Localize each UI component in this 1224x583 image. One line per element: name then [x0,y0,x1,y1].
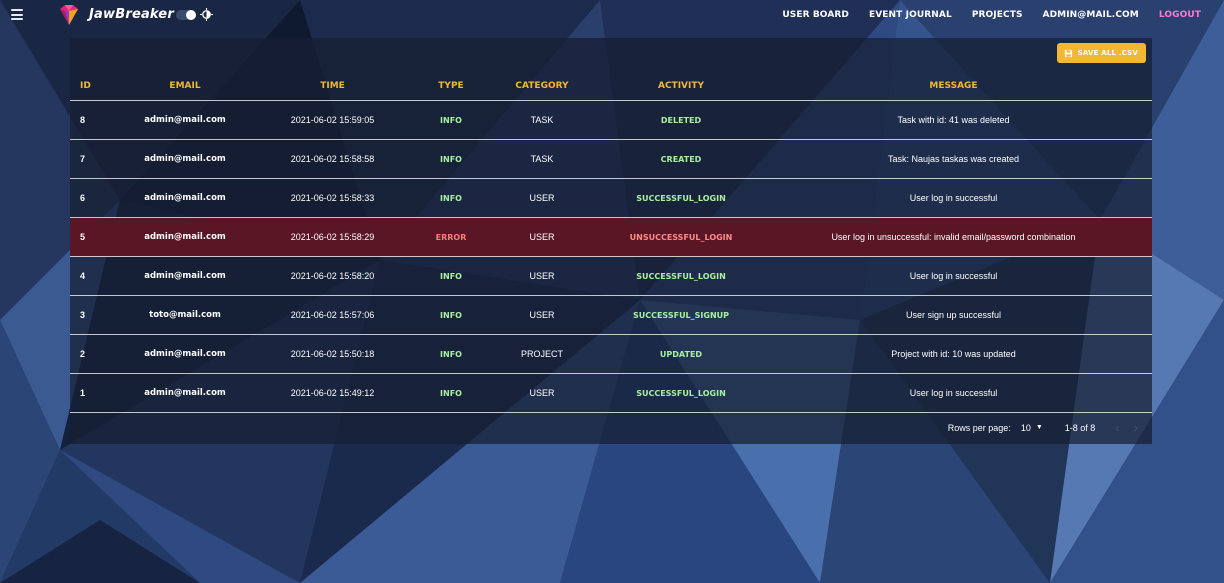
cell-id: 6 [70,178,130,218]
chevron-left-icon[interactable]: ‹ [1115,420,1119,435]
cell-category: PROJECT [477,334,607,374]
cell-category: TASK [477,139,607,179]
nav-event-journal[interactable]: EVENT JOURNAL [869,10,952,20]
table-row[interactable]: 3 toto@mail.com 2021-06-02 15:57:06 INFO… [70,295,1152,335]
toggle-knob [186,10,196,20]
cell-message: Task: Naujas taskas was created [755,139,1152,179]
top-navbar: JawBreaker USER BOARD EVENT JOURNAL PROJ… [0,0,1224,30]
cell-message: User log in successful [755,178,1152,218]
page-range: 1-8 of 8 [1064,422,1096,433]
cell-category: USER [477,178,607,218]
cell-activity: SUCCESSFUL_SIGNUP [607,295,755,335]
cell-time: 2021-06-02 15:58:20 [240,256,425,296]
cell-email: admin@mail.com [130,139,240,179]
cell-type: INFO [425,100,477,140]
cell-message: User log in unsuccessful: invalid email/… [755,217,1152,257]
cell-id: 4 [70,256,130,296]
nav-projects[interactable]: PROJECTS [972,10,1023,20]
table-row[interactable]: 2 admin@mail.com 2021-06-02 15:50:18 INF… [70,334,1152,374]
cell-id: 2 [70,334,130,374]
table-row-error[interactable]: 5 admin@mail.com 2021-06-02 15:58:29 ERR… [70,217,1152,257]
cell-time: 2021-06-02 15:49:12 [240,373,425,413]
nav-logout[interactable]: LOGOUT [1159,10,1201,20]
event-table: ID EMAIL TIME TYPE CATEGORY ACTIVITY MES… [70,72,1152,413]
cell-activity: UPDATED [607,334,755,374]
cell-time: 2021-06-02 15:50:18 [240,334,425,374]
table-row[interactable]: 8 admin@mail.com 2021-06-02 15:59:05 INF… [70,100,1152,140]
cell-time: 2021-06-02 15:58:33 [240,178,425,218]
cell-type: INFO [425,295,477,335]
save-csv-button[interactable]: SAVE ALL .CSV [1056,43,1146,63]
pagination-bar: Rows per page: 10 ▼ 1-8 of 8 ‹ › [70,411,1152,444]
col-header-id[interactable]: ID [70,72,130,101]
cell-category: TASK [477,100,607,140]
cell-activity: SUCCESSFUL_LOGIN [607,256,755,296]
event-journal-card: SAVE ALL .CSV ID EMAIL TIME TYPE CATEGOR… [70,38,1152,444]
cell-type: INFO [425,139,477,179]
cell-email: toto@mail.com [130,295,240,335]
save-csv-label: SAVE ALL .CSV [1077,49,1138,57]
cell-category: USER [477,373,607,413]
cell-type: INFO [425,256,477,296]
cell-email: admin@mail.com [130,373,240,413]
brand-name[interactable]: JawBreaker [89,7,174,22]
cell-activity: DELETED [607,100,755,140]
cell-type: INFO [425,178,477,218]
cell-type: ERROR [425,217,477,257]
table-row[interactable]: 6 admin@mail.com 2021-06-02 15:58:33 INF… [70,178,1152,218]
col-header-message[interactable]: MESSAGE [755,72,1152,101]
cell-email: admin@mail.com [130,256,240,296]
cell-activity: CREATED [607,139,755,179]
hamburger-menu-icon[interactable] [11,9,23,20]
table-row[interactable]: 1 admin@mail.com 2021-06-02 15:49:12 INF… [70,373,1152,413]
col-header-type[interactable]: TYPE [425,72,477,101]
nav-links: USER BOARD EVENT JOURNAL PROJECTS ADMIN@… [782,0,1224,30]
cell-email: admin@mail.com [130,178,240,218]
cell-time: 2021-06-02 15:57:06 [240,295,425,335]
cell-id: 1 [70,373,130,413]
cell-category: USER [477,256,607,296]
rows-per-page-select[interactable]: 10 ▼ [1021,423,1043,433]
cell-message: User log in successful [755,373,1152,413]
cell-email: admin@mail.com [130,334,240,374]
cell-time: 2021-06-02 15:58:58 [240,139,425,179]
cell-id: 7 [70,139,130,179]
brightness-icon[interactable] [200,8,213,21]
cell-type: INFO [425,373,477,413]
jawbreaker-logo-icon [60,5,78,25]
cell-time: 2021-06-02 15:58:29 [240,217,425,257]
cell-email: admin@mail.com [130,100,240,140]
cell-message: User sign up successful [755,295,1152,335]
save-icon [1064,49,1072,57]
cell-message: Project with id: 10 was updated [755,334,1152,374]
caret-down-icon: ▼ [1035,424,1043,431]
col-header-email[interactable]: EMAIL [130,72,240,101]
cell-category: USER [477,295,607,335]
cell-time: 2021-06-02 15:59:05 [240,100,425,140]
cell-email: admin@mail.com [130,217,240,257]
table-header-row: ID EMAIL TIME TYPE CATEGORY ACTIVITY MES… [70,72,1152,101]
cell-activity: UNSUCCESSFUL_LOGIN [607,217,755,257]
col-header-category[interactable]: CATEGORY [477,72,607,101]
col-header-activity[interactable]: ACTIVITY [607,72,755,101]
nav-account-email[interactable]: ADMIN@MAIL.COM [1043,10,1139,20]
cell-activity: SUCCESSFUL_LOGIN [607,178,755,218]
nav-user-board[interactable]: USER BOARD [782,10,849,20]
cell-category: USER [477,217,607,257]
theme-toggle-switch[interactable] [176,10,196,20]
cell-message: Task with id: 41 was deleted [755,100,1152,140]
cell-type: INFO [425,334,477,374]
table-row[interactable]: 7 admin@mail.com 2021-06-02 15:58:58 INF… [70,139,1152,179]
cell-id: 8 [70,100,130,140]
col-header-time[interactable]: TIME [240,72,425,101]
cell-id: 5 [70,217,130,257]
rows-per-page-label: Rows per page: [947,422,1011,433]
cell-message: User log in successful [755,256,1152,296]
chevron-right-icon[interactable]: › [1134,420,1138,435]
cell-activity: SUCCESSFUL_LOGIN [607,373,755,413]
table-row[interactable]: 4 admin@mail.com 2021-06-02 15:58:20 INF… [70,256,1152,296]
rows-per-page-value: 10 [1020,422,1031,433]
cell-id: 3 [70,295,130,335]
